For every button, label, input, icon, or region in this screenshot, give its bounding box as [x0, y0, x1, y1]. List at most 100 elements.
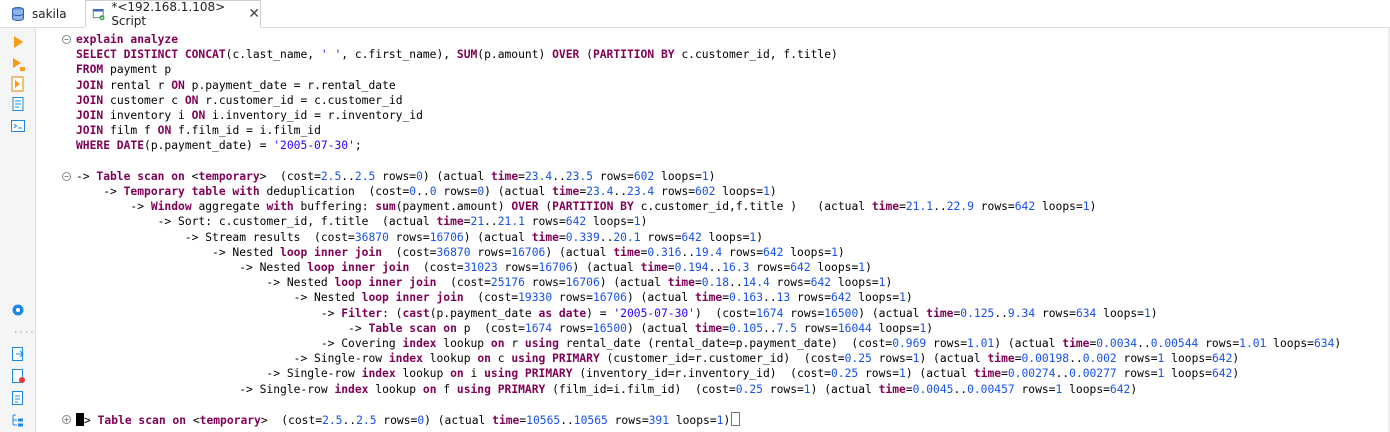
code-token: rows= — [1014, 382, 1056, 396]
editor-tab-bar: sakila *<192.168.1.108> Script ✕ — [0, 0, 1390, 28]
code-token: 1 — [633, 215, 641, 229]
code-token: 9.34 — [1007, 306, 1036, 320]
code-token: 21 — [470, 215, 485, 229]
tab-label: sakila — [32, 6, 67, 21]
code-token: 1674 — [524, 321, 553, 335]
code-line: JOIN customer c ON r.customer_id = c.cus… — [76, 93, 403, 108]
code-token: 0.002 — [1082, 352, 1117, 366]
code-token: (cost= — [382, 245, 437, 259]
fold-toggle-icon[interactable]: − — [62, 171, 71, 181]
code-line: JOIN inventory i ON i.inventory_id = r.i… — [76, 108, 423, 123]
code-token: .. — [708, 261, 723, 274]
code-token: rows= — [762, 382, 804, 396]
code-token: deduplication (cost= — [259, 185, 410, 198]
code-token: 1 — [831, 245, 838, 259]
code-token: 19330 — [518, 291, 553, 305]
code-token: rows= — [1116, 367, 1158, 381]
fold-toggle-icon[interactable]: + — [62, 415, 71, 424]
code-token: ) — [885, 276, 893, 290]
editor-gutter — [36, 28, 60, 432]
code-token: rows= — [470, 245, 512, 259]
code-token: 16706 — [511, 245, 546, 259]
code-token: 642 — [1211, 352, 1233, 366]
execute-script-icon[interactable] — [10, 56, 26, 72]
code-token: c — [490, 352, 512, 366]
code-token: 23.5 — [565, 169, 594, 183]
code-token: 1 — [899, 291, 906, 305]
code-line: -> Stream results (cost=36870 rows=16706… — [76, 230, 763, 245]
code-token: rows= — [749, 261, 791, 274]
format-icon[interactable] — [10, 390, 26, 406]
code-token: inventory i — [103, 109, 192, 122]
code-token: < — [184, 169, 199, 183]
code-token: 642 — [810, 276, 832, 290]
code-token: .. — [1069, 352, 1083, 366]
toolbar-separator: ···· — [13, 328, 35, 338]
code-line: -> Table scan on p (cost=1674 rows=16500… — [76, 321, 933, 336]
save-file-icon[interactable] — [10, 368, 26, 384]
code-token: 634 — [1313, 337, 1335, 350]
code-token: using PRIMARY — [511, 352, 600, 366]
code-token: (cost= — [463, 291, 519, 305]
code-token: rows= — [552, 321, 593, 335]
code-token: ) = — [586, 306, 614, 320]
code-token: 0.18 — [701, 276, 730, 290]
code-token: .. — [342, 414, 357, 427]
console-icon[interactable] — [10, 118, 26, 134]
code-token: 642 — [681, 230, 702, 244]
code-token: ON — [184, 93, 199, 107]
export-icon[interactable] — [10, 346, 26, 362]
code-token: time — [694, 321, 723, 335]
code-token: time — [1062, 337, 1090, 350]
code-token: 16.3 — [722, 261, 750, 274]
load-script-icon[interactable] — [10, 96, 26, 112]
code-token: using PRIMARY — [456, 382, 546, 396]
code-token: film f — [103, 124, 158, 138]
code-token: 20.1 — [613, 230, 641, 244]
code-token: 1 — [1082, 200, 1090, 214]
code-token: 16500 — [592, 321, 627, 335]
code-token: 2.5 — [354, 169, 376, 183]
close-icon[interactable]: ✕ — [248, 6, 260, 22]
explain-plan-icon[interactable] — [10, 76, 26, 92]
code-token: index — [334, 382, 369, 396]
code-token: 36870 — [436, 245, 471, 259]
code-token: .. — [763, 291, 777, 305]
code-token: -> Single-row — [76, 367, 362, 381]
code-token: ) — [837, 245, 845, 259]
outline-icon[interactable] — [10, 412, 26, 428]
code-token: index — [388, 352, 423, 366]
code-token: 36870 — [354, 230, 389, 244]
code-token: 23.4 — [627, 185, 655, 198]
code-token: .. — [484, 215, 498, 229]
code-token: time — [490, 169, 519, 183]
fold-toggle-icon[interactable]: − — [62, 35, 71, 44]
code-token: 0.969 — [892, 337, 927, 350]
code-token: ) (actual — [994, 337, 1063, 350]
code-token: loops= — [810, 261, 859, 274]
sql-editor[interactable]: − explain analyze SELECT DISTINCT CONCAT(c… — [60, 30, 1388, 430]
code-token: 19.4 — [695, 245, 723, 259]
settings-icon[interactable] — [10, 302, 26, 318]
code-token: 642 — [1211, 367, 1233, 381]
code-token: ) — [640, 215, 648, 229]
execute-statement-icon[interactable] — [10, 34, 26, 50]
tab-sakila[interactable]: sakila — [0, 0, 80, 27]
code-token: ) — [1232, 352, 1240, 366]
code-line: WHERE DATE(p.payment_date) = '2005-07-30… — [76, 138, 362, 153]
code-line: -> Nested loop inner join (cost=19330 ro… — [76, 290, 913, 305]
code-token: 602 — [695, 185, 716, 198]
code-token: (c.last_name, — [225, 48, 321, 62]
code-token: 0.00277 — [1069, 367, 1117, 381]
code-token: rows= — [640, 230, 682, 244]
editor-side-toolbar: ···· — [0, 28, 36, 432]
code-token: 634 — [1075, 306, 1097, 320]
code-token: lookup — [395, 367, 451, 381]
caret-box-icon — [731, 412, 741, 426]
code-token: 0.163 — [729, 291, 764, 305]
code-token: (p.amount) — [477, 48, 553, 62]
code-token: (inventory_id=r.inventory_id) (cost= — [572, 367, 831, 381]
code-token: 16500 — [824, 306, 859, 320]
tab-script[interactable]: *<192.168.1.108> Script ✕ — [85, 0, 261, 28]
code-token: = — [1001, 367, 1008, 381]
